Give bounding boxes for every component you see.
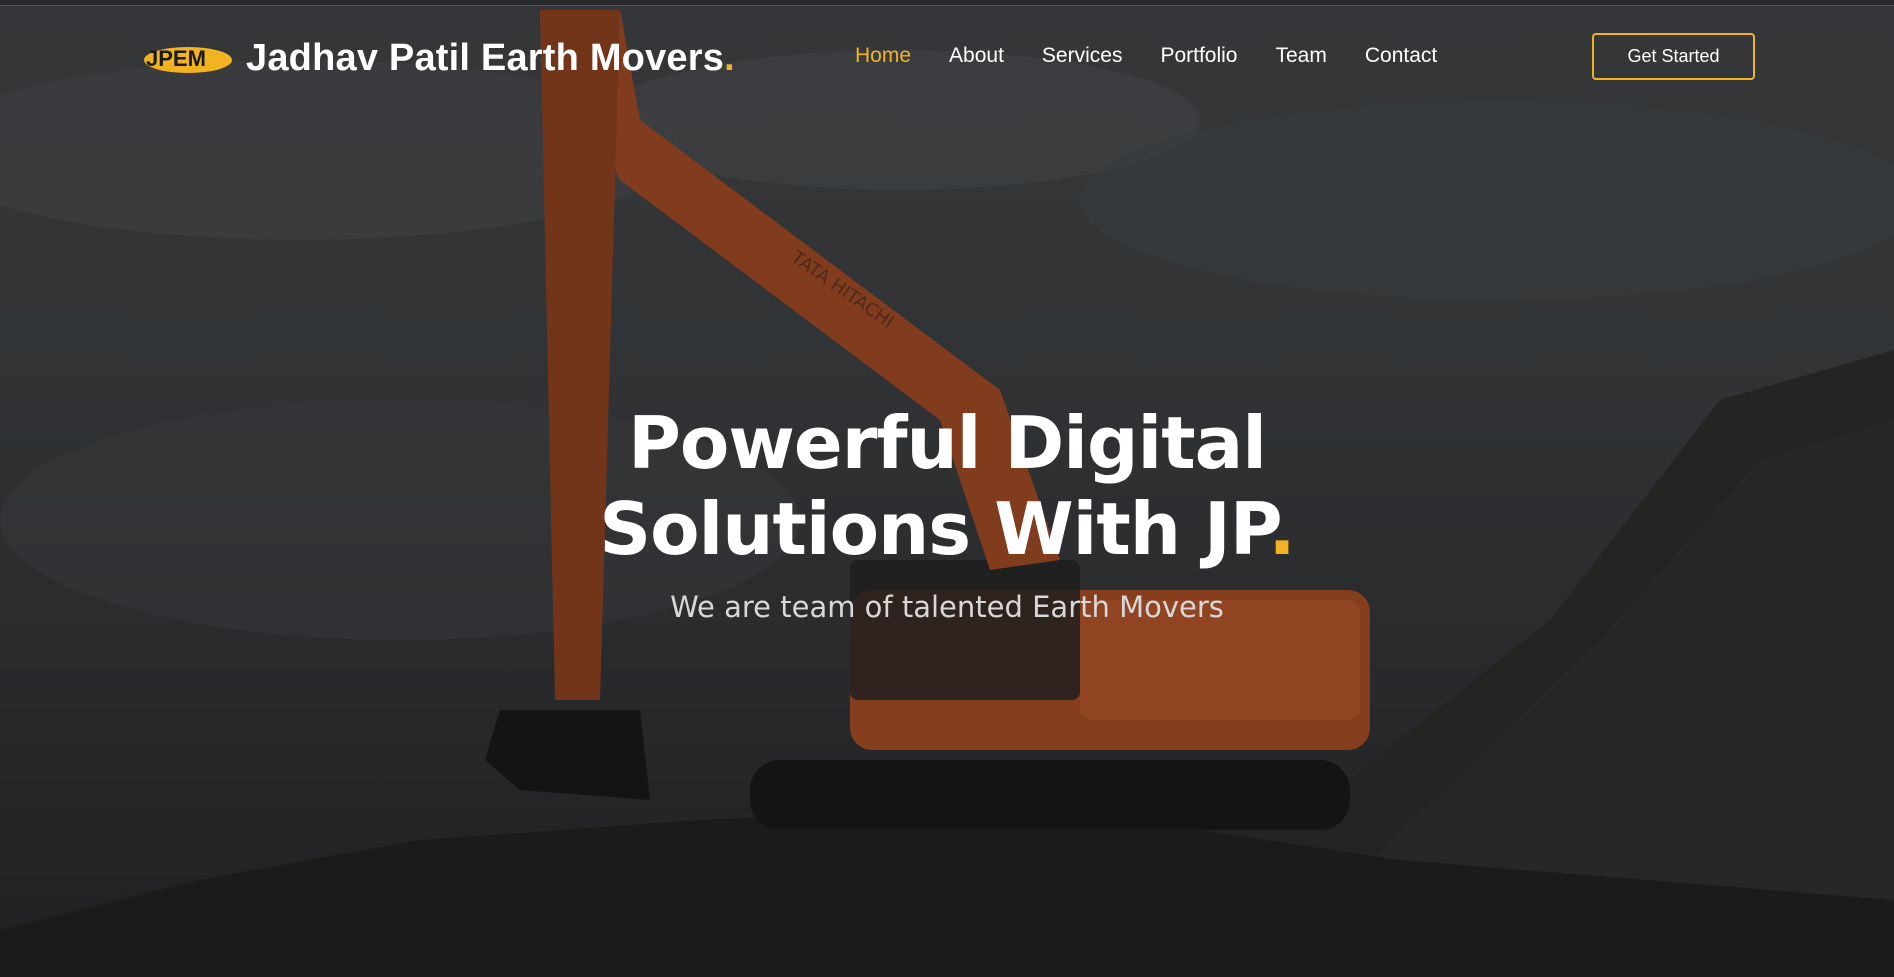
logo-text: JPEM — [146, 46, 206, 71]
hero-section: Powerful Digital Solutions With JP. We a… — [0, 400, 1894, 624]
brand-name: Jadhav Patil Earth Movers — [246, 36, 725, 79]
nav-services[interactable]: Services — [1042, 44, 1123, 68]
page: TATA HITACHI JPEM Jadhav Patil Earth Mov… — [0, 0, 1894, 977]
nav-contact[interactable]: Contact — [1365, 44, 1437, 68]
hero-title: Powerful Digital Solutions With JP. — [0, 400, 1894, 572]
nav-home[interactable]: Home — [855, 44, 911, 68]
jpem-logo-icon: JPEM — [144, 46, 232, 73]
hero-title-line2: Solutions With JP — [599, 487, 1269, 571]
hero-title-dot: . — [1268, 487, 1295, 571]
hero-title-line1: Powerful Digital — [628, 401, 1267, 485]
main-nav: Home About Services Portfolio Team Conta… — [855, 44, 1475, 68]
nav-portfolio[interactable]: Portfolio — [1160, 44, 1237, 68]
site-header: JPEM Jadhav Patil Earth Movers. Home Abo… — [0, 6, 1894, 106]
nav-about[interactable]: About — [949, 44, 1004, 68]
hero-subtitle: We are team of talented Earth Movers — [670, 590, 1224, 624]
brand-dot: . — [724, 36, 735, 79]
logo-link[interactable]: JPEM Jadhav Patil Earth Movers. — [142, 28, 735, 88]
get-started-button[interactable]: Get Started — [1592, 33, 1755, 80]
nav-team[interactable]: Team — [1276, 44, 1327, 68]
